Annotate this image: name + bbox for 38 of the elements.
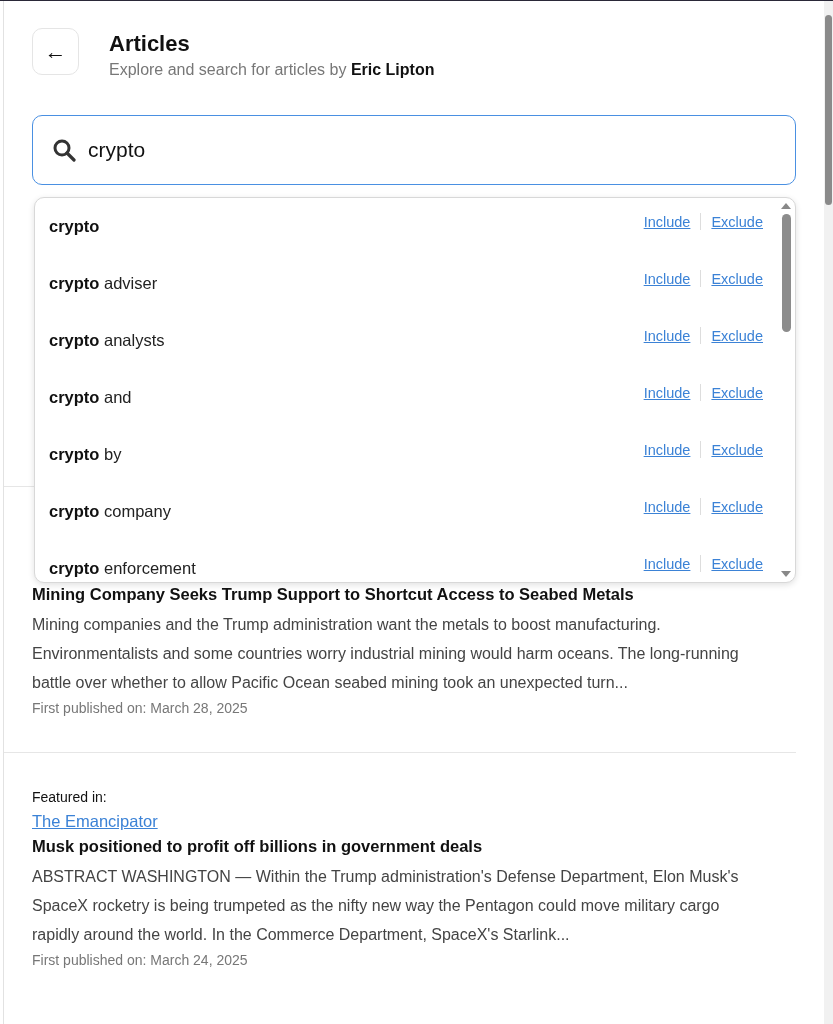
scrollbar-thumb[interactable] bbox=[781, 214, 791, 332]
publish-date: First published on: March 24, 2025 bbox=[32, 952, 249, 968]
scroll-up-icon[interactable] bbox=[780, 202, 792, 210]
exclude-link[interactable]: Exclude bbox=[711, 213, 763, 230]
suggestion-item[interactable]: crypto analysts bbox=[49, 331, 644, 350]
article-title[interactable]: Mining Company Seeks Trump Support to Shortcut Access to Seabed Metals bbox=[32, 585, 768, 604]
exclude-link[interactable]: Exclude bbox=[711, 441, 763, 458]
article-title[interactable]: Musk positioned to profit off billions in government deals bbox=[32, 837, 768, 856]
include-link[interactable]: Include bbox=[643, 213, 691, 230]
suggestion-item[interactable]: crypto and bbox=[49, 388, 644, 407]
suggestion-item[interactable]: crypto enforcement bbox=[49, 559, 644, 578]
exclude-link[interactable]: Exclude bbox=[711, 270, 763, 287]
back-button[interactable]: ← bbox=[32, 28, 79, 75]
exclude-link[interactable]: Exclude bbox=[711, 555, 763, 572]
suggestion-item[interactable]: crypto bbox=[49, 217, 644, 236]
exclude-link[interactable]: Exclude bbox=[711, 384, 763, 401]
include-link[interactable]: Include bbox=[643, 384, 691, 401]
featured-label: Featured in: bbox=[32, 789, 108, 805]
include-link[interactable]: Include bbox=[643, 555, 691, 572]
exclude-link[interactable]: Exclude bbox=[711, 498, 763, 515]
publish-date: First published on: March 28, 2025 bbox=[32, 700, 249, 716]
page-title: Articles bbox=[109, 31, 191, 57]
scroll-down-icon[interactable] bbox=[780, 570, 792, 578]
article-summary: Mining companies and the Trump administration want the metals to boost manufacturing. Environmentalists and some countries worry industrial mining would harm oceans. The long-running battle over whether to allow Pacific Ocean seabed mining took an unexpected turn... bbox=[32, 615, 740, 693]
suggestion-item[interactable]: crypto by bbox=[49, 445, 644, 464]
page-subtitle: Explore and search for articles by Eric Lipton bbox=[109, 61, 435, 79]
include-link[interactable]: Include bbox=[643, 270, 691, 287]
include-link[interactable]: Include bbox=[643, 498, 691, 515]
publication-link[interactable]: The Emancipator bbox=[32, 812, 158, 831]
include-link[interactable]: Include bbox=[643, 441, 691, 458]
search-icon bbox=[52, 138, 76, 162]
suggestion-item[interactable]: crypto adviser bbox=[49, 274, 644, 293]
include-link[interactable]: Include bbox=[643, 327, 691, 344]
search-field[interactable]: crypto bbox=[32, 115, 796, 185]
exclude-link[interactable]: Exclude bbox=[711, 327, 763, 344]
article-summary: ABSTRACT WASHINGTON — Within the Trump administration's Defense Department, Elon Musk's SpaceX rocketry is being trumpeted as the nifty new way the Pentagon could move military cargo rapidly around the world. In the Commerce Department, SpaceX's Starlink... bbox=[32, 867, 740, 945]
page-scrollbar-thumb[interactable] bbox=[825, 15, 832, 205]
suggestion-item[interactable]: crypto company bbox=[49, 502, 644, 521]
